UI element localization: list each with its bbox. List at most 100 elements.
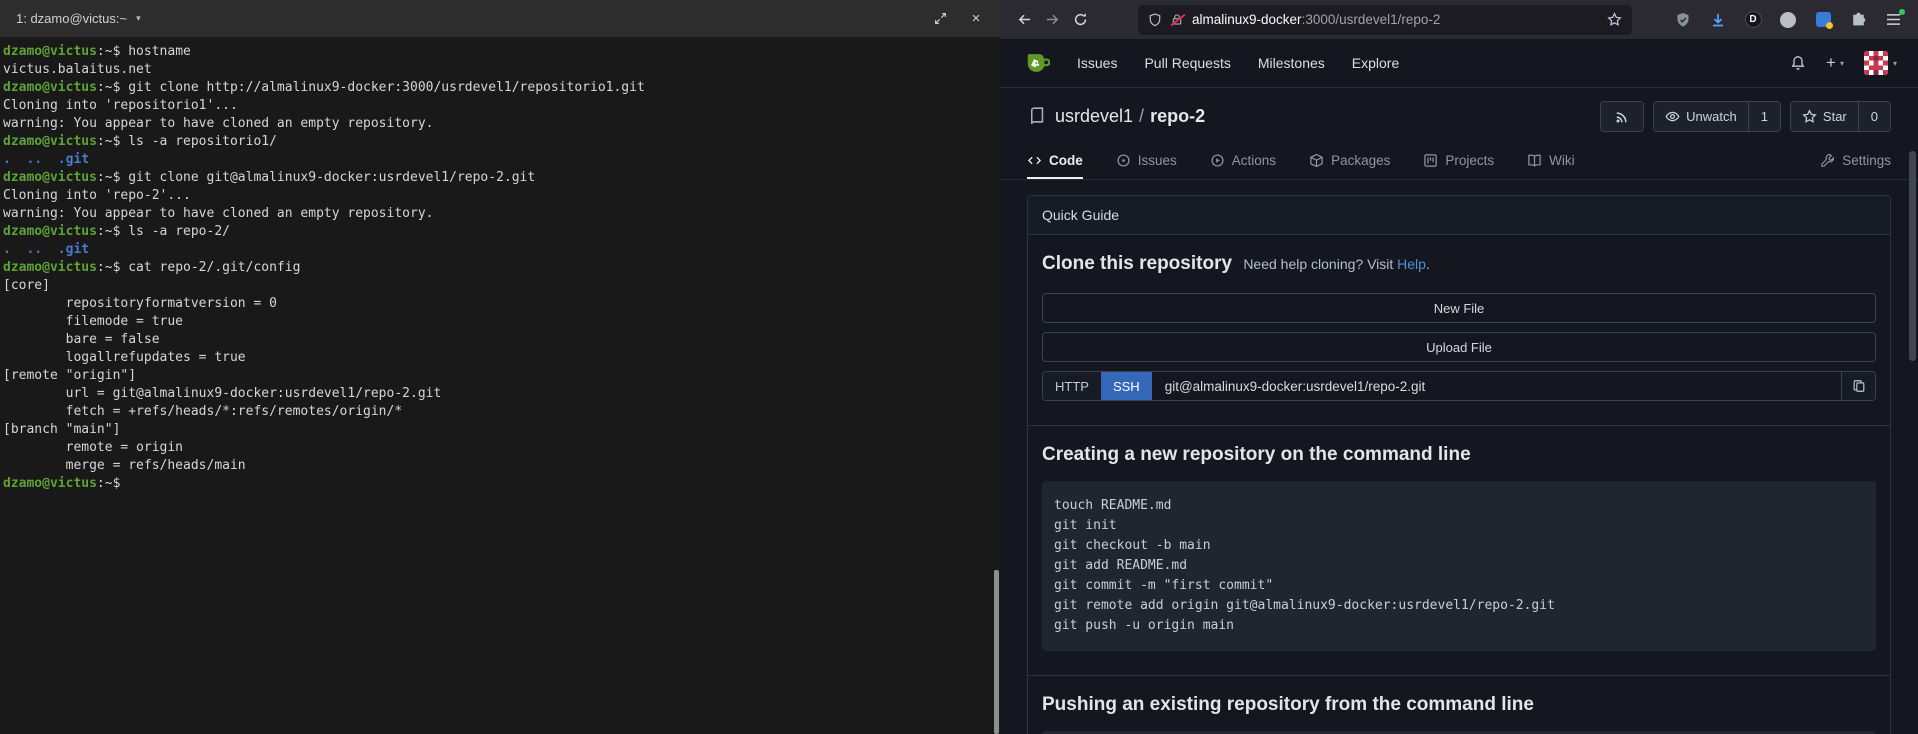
extension-ghost-icon[interactable] (1778, 10, 1798, 30)
terminal-line: merge = refs/heads/main (3, 457, 997, 475)
toolbar-extensions: D (1673, 10, 1908, 30)
terminal-titlebar: 1: dzamo@victus:~ ▾ × (0, 0, 1000, 37)
url-text[interactable]: almalinux9-docker:3000/usrdevel1/repo-2 (1192, 12, 1598, 27)
nav-link-explore[interactable]: Explore (1352, 55, 1399, 71)
download-icon[interactable] (1708, 10, 1728, 30)
tab-code[interactable]: Code (1027, 142, 1083, 179)
watch-count[interactable]: 1 (1748, 102, 1780, 131)
copy-icon (1852, 379, 1866, 393)
tab-issues[interactable]: Issues (1116, 142, 1177, 179)
star-label: Star (1823, 109, 1847, 124)
new-file-button[interactable]: New File (1042, 293, 1876, 323)
code-icon (1027, 153, 1042, 168)
maximize-icon[interactable] (932, 11, 948, 27)
eye-icon (1665, 109, 1680, 124)
tab-actions-label: Actions (1232, 153, 1276, 168)
terminal-window: 1: dzamo@victus:~ ▾ × dzamo@victus:~$ ho… (0, 0, 1000, 734)
tab-packages-label: Packages (1331, 153, 1390, 168)
quick-guide-header: Quick Guide (1028, 196, 1890, 235)
ssh-protocol-button[interactable]: SSH (1101, 372, 1152, 400)
terminal-line: url = git@almalinux9-docker:usrdevel1/re… (3, 385, 997, 403)
clone-subtext: Need help cloning? Visit Help. (1243, 256, 1430, 272)
help-link[interactable]: Help (1397, 256, 1426, 272)
unwatch-button[interactable]: Unwatch (1654, 102, 1748, 131)
tab-issues-label: Issues (1138, 153, 1177, 168)
url-bar[interactable]: almalinux9-docker:3000/usrdevel1/repo-2 (1138, 5, 1632, 35)
star-count[interactable]: 0 (1858, 102, 1890, 131)
user-menu[interactable]: ▾ (1864, 51, 1897, 75)
settings-wrench-icon (1820, 153, 1835, 168)
repo-tabs: Code Issues Actions Packages Projects (1000, 142, 1918, 180)
terminal-line: filemode = true (3, 313, 997, 331)
terminal-line: dzamo@victus:~$ git clone git@almalinux9… (3, 169, 997, 187)
http-protocol-button[interactable]: HTTP (1043, 372, 1101, 400)
forward-button[interactable] (1038, 6, 1066, 34)
reload-button[interactable] (1066, 6, 1094, 34)
tab-wiki-label: Wiki (1549, 153, 1575, 168)
extension-container-icon[interactable] (1813, 10, 1833, 30)
repo-name: repo-2 (1150, 106, 1205, 127)
shield-check-icon[interactable] (1673, 10, 1693, 30)
create-new-button[interactable]: + ▾ (1826, 53, 1844, 73)
clone-url-row: HTTP SSH git@almalinux9-docker:usrdevel1… (1042, 371, 1876, 401)
tab-packages[interactable]: Packages (1309, 142, 1390, 179)
terminal-line: . .. .git (3, 241, 997, 259)
package-icon (1309, 153, 1324, 168)
tab-settings[interactable]: Settings (1820, 142, 1891, 179)
terminal-line: Cloning into 'repositorio1'... (3, 97, 997, 115)
upload-file-button[interactable]: Upload File (1042, 332, 1876, 362)
tracking-protection-shield-icon[interactable] (1148, 13, 1162, 27)
issue-icon (1116, 153, 1131, 168)
play-circle-icon (1210, 153, 1225, 168)
clone-url-field[interactable]: git@almalinux9-docker:usrdevel1/repo-2.g… (1152, 372, 1841, 400)
repo-content: Quick Guide Clone this repository Need h… (1000, 180, 1918, 734)
repo-actions: Unwatch 1 Star 0 (1600, 101, 1891, 132)
terminal-title-text: 1: dzamo@victus:~ (16, 11, 127, 26)
tab-wiki[interactable]: Wiki (1527, 142, 1575, 179)
nav-link-milestones[interactable]: Milestones (1258, 55, 1325, 71)
terminal-output: dzamo@victus:~$ hostnamevictus.balaitus.… (0, 37, 1000, 499)
pushing-section: Pushing an existing repository from the … (1028, 675, 1890, 734)
page-scrollbar[interactable] (1909, 151, 1916, 361)
insecure-lock-icon[interactable] (1171, 13, 1183, 26)
unwatch-label: Unwatch (1686, 109, 1737, 124)
terminal-line: dzamo@victus:~$ (3, 475, 997, 493)
creating-heading: Creating a new repository on the command… (1042, 444, 1876, 466)
url-path: :3000/usrdevel1/repo-2 (1302, 12, 1441, 27)
repo-owner-link[interactable]: usrdevel1 (1055, 106, 1133, 127)
terminal-window-controls: × (932, 11, 984, 27)
copy-url-button[interactable] (1841, 372, 1875, 400)
back-button[interactable] (1010, 6, 1038, 34)
url-host: almalinux9-docker (1192, 12, 1302, 27)
terminal-scrollbar[interactable] (994, 570, 999, 734)
browser-window: almalinux9-docker:3000/usrdevel1/repo-2 … (1000, 0, 1918, 734)
clone-heading-text: Clone this repository (1042, 253, 1232, 274)
menu-icon[interactable] (1883, 10, 1903, 30)
terminal-line: dzamo@victus:~$ ls -a repositorio1/ (3, 133, 997, 151)
extensions-puzzle-icon[interactable] (1848, 10, 1868, 30)
terminal-line: warning: You appear to have cloned an em… (3, 115, 997, 133)
plus-icon: + (1826, 53, 1836, 73)
tab-projects-label: Projects (1445, 153, 1494, 168)
watch-button-group: Unwatch 1 (1653, 101, 1781, 132)
nav-link-issues[interactable]: Issues (1077, 55, 1117, 71)
repo-title: usrdevel1 / repo-2 (1055, 106, 1205, 127)
gitea-logo-icon[interactable] (1021, 49, 1050, 78)
clone-heading: Clone this repository Need help cloning?… (1042, 253, 1876, 275)
chevron-down-icon: ▾ (1840, 59, 1844, 68)
extension-d-icon[interactable]: D (1743, 10, 1763, 30)
gitea-page: Issues Pull Requests Milestones Explore … (1000, 39, 1918, 734)
chevron-down-icon: ▾ (1893, 59, 1897, 68)
notifications-bell-icon[interactable] (1790, 55, 1806, 71)
tab-projects[interactable]: Projects (1423, 142, 1494, 179)
terminal-line: . .. .git (3, 151, 997, 169)
close-icon[interactable]: × (968, 11, 984, 27)
creating-code-block[interactable]: touch README.md git init git checkout -b… (1042, 481, 1876, 651)
star-button[interactable]: Star (1791, 102, 1858, 131)
nav-link-pull-requests[interactable]: Pull Requests (1144, 55, 1230, 71)
repo-book-icon (1027, 107, 1046, 126)
rss-feed-button[interactable] (1601, 102, 1643, 131)
chevron-down-icon[interactable]: ▾ (136, 13, 141, 24)
bookmark-star-icon[interactable] (1607, 12, 1622, 27)
tab-actions[interactable]: Actions (1210, 142, 1276, 179)
